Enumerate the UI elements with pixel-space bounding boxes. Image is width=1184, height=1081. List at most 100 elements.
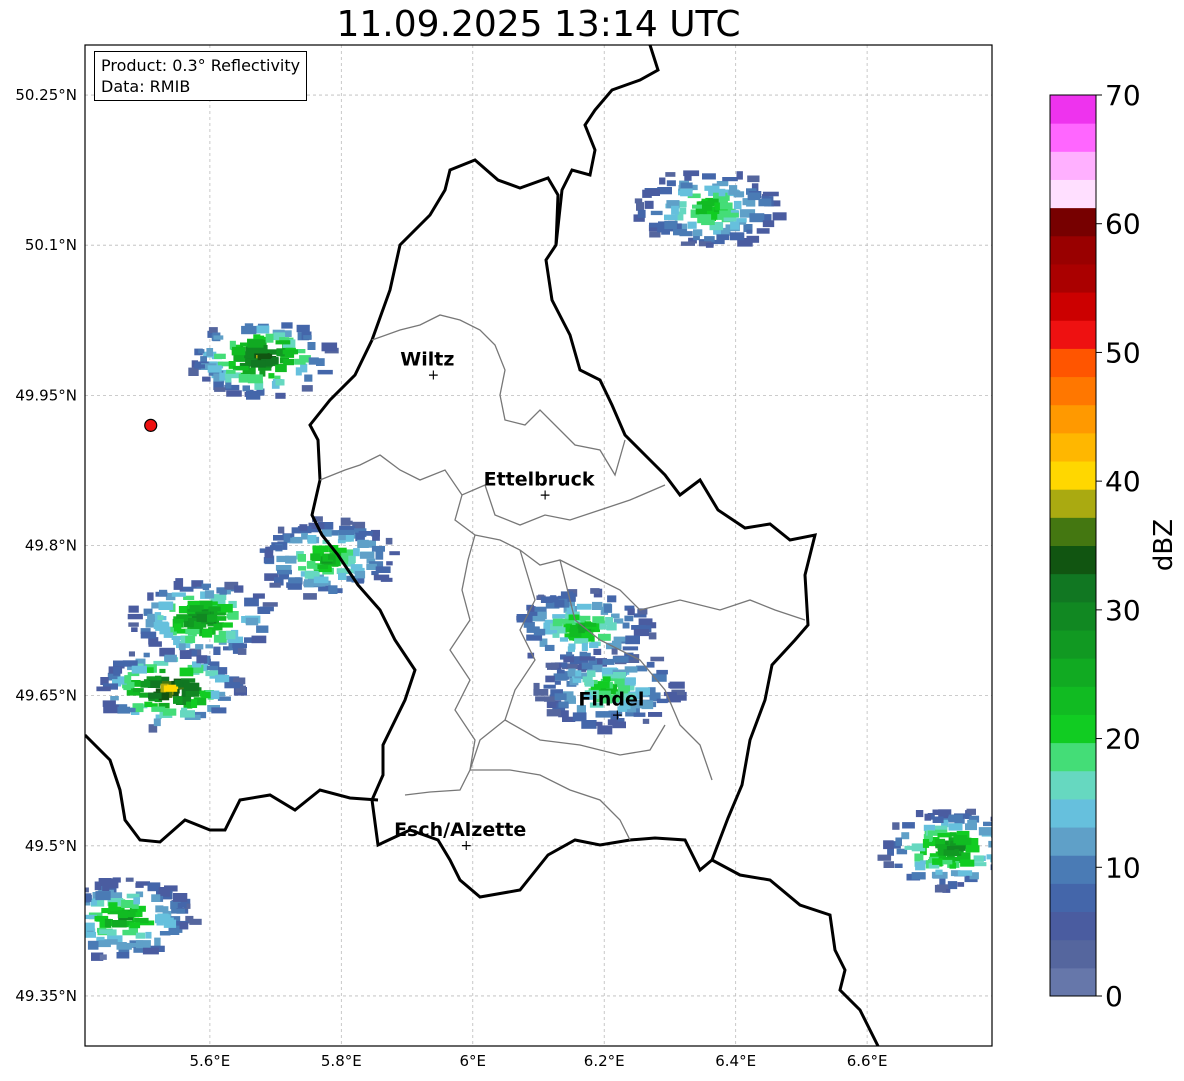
- echo-pixel: [540, 596, 553, 603]
- echo-pixel: [148, 641, 162, 647]
- echo-pixel: [232, 346, 246, 356]
- echo-pixel: [943, 849, 959, 856]
- echo-pixel: [60, 915, 74, 919]
- echo-pixel: [633, 629, 649, 637]
- city-label: Esch/Alzette: [394, 819, 526, 841]
- echo-pixel: [666, 180, 676, 187]
- echo-pixel: [904, 845, 919, 850]
- echo-pixel: [303, 593, 317, 600]
- echo-pixel: [277, 569, 292, 575]
- echo-pixel: [321, 342, 338, 352]
- echo-pixel: [198, 349, 205, 354]
- echo-pixel: [284, 330, 292, 337]
- echo-pixel: [894, 863, 903, 868]
- echo-pixel: [704, 185, 720, 191]
- echo-pixel: [605, 617, 614, 626]
- echo-pixel: [924, 813, 932, 821]
- echo-pixel: [762, 220, 775, 228]
- echo-pixel: [312, 545, 329, 550]
- echo-pixel: [590, 588, 600, 594]
- echo-pixel: [145, 931, 152, 939]
- echo-pixel: [196, 613, 209, 622]
- echo-pixel: [592, 601, 603, 610]
- colorbar-unit-label: dBZ: [1149, 518, 1180, 572]
- echo-pixel: [122, 660, 138, 667]
- echo-pixel: [217, 667, 228, 675]
- echo-pixel: [106, 929, 117, 936]
- echo-pixel: [935, 869, 943, 875]
- colorbar-band: [1050, 376, 1096, 406]
- echo-pixel: [269, 545, 283, 551]
- echo-pixel: [348, 555, 356, 563]
- echo-pixel: [104, 918, 112, 928]
- echo-pixel: [173, 639, 180, 646]
- echo-pixel: [965, 845, 980, 853]
- echo-pixel: [592, 616, 605, 623]
- echo-pixel: [722, 177, 738, 182]
- echo-pixel: [128, 622, 139, 627]
- colorbar-tick-label: 0: [1105, 980, 1123, 1013]
- colorbar-band: [1050, 320, 1096, 349]
- y-tick-label: 49.5°N: [25, 837, 77, 855]
- gridlines: [85, 45, 992, 1046]
- echo-pixel: [558, 701, 569, 708]
- echo-pixel: [593, 648, 602, 655]
- echo-pixel: [665, 172, 676, 177]
- echo-pixel: [262, 602, 278, 607]
- echo-pixel: [679, 231, 693, 237]
- colorbar-band: [1050, 292, 1096, 321]
- echo-pixel: [251, 635, 267, 644]
- echo-pixel: [56, 925, 68, 932]
- product-label: Product: 0.3° Reflectivity: [101, 56, 301, 75]
- echo-pixel: [131, 903, 139, 909]
- echo-pixel: [173, 581, 183, 590]
- echo-pixel: [206, 665, 219, 670]
- echo-pixel: [656, 698, 668, 704]
- echo-pixel: [158, 887, 171, 893]
- echo-pixel: [171, 635, 182, 640]
- echo-pixel: [702, 205, 713, 211]
- echo-pixel: [153, 718, 161, 727]
- echo-pixel: [132, 688, 144, 693]
- echo-pixel: [328, 554, 335, 560]
- echo-pixel: [559, 637, 569, 642]
- echo-pixel: [701, 200, 715, 206]
- echo-pixel: [947, 881, 958, 890]
- echo-pixel: [359, 551, 375, 559]
- echo-pixel: [64, 915, 74, 923]
- echo-pixel: [183, 682, 200, 691]
- echo-pixel: [317, 369, 333, 375]
- echo-pixel: [131, 627, 138, 632]
- echo-pixel: [133, 897, 140, 905]
- echo-pixel: [307, 535, 317, 544]
- echo-pixel: [213, 634, 227, 643]
- echo-pixel: [563, 656, 575, 663]
- echo-pixel: [572, 712, 587, 722]
- radar-site: [144, 418, 158, 432]
- echo-pixel: [301, 385, 313, 392]
- y-tick-label: 50.25°N: [15, 86, 77, 104]
- echo-pixel: [669, 681, 685, 689]
- echo-pixel: [612, 656, 629, 663]
- echo-pixel: [358, 531, 373, 536]
- echo-pixel: [160, 906, 169, 912]
- echo-pixel: [307, 342, 316, 350]
- echo-pixel: [747, 192, 761, 201]
- city-label: Ettelbruck: [484, 468, 595, 490]
- echo-pixel: [373, 574, 390, 581]
- colorbar-band: [1050, 573, 1096, 603]
- echo-pixel: [129, 922, 141, 929]
- echo-pixel: [313, 576, 329, 584]
- echo-pixel: [625, 635, 640, 645]
- echo-pixel: [202, 629, 213, 638]
- echo-pixel: [901, 832, 910, 840]
- echo-pixel: [602, 676, 611, 682]
- echo-pixel: [693, 229, 703, 237]
- echo-pixel: [247, 339, 264, 348]
- echo-pixel: [178, 606, 188, 614]
- echo-pixel: [552, 618, 563, 627]
- echo-pixel: [915, 810, 924, 818]
- echo-pixel: [222, 622, 233, 628]
- colorbar-band: [1050, 404, 1096, 434]
- radar-site-marker: [144, 418, 158, 432]
